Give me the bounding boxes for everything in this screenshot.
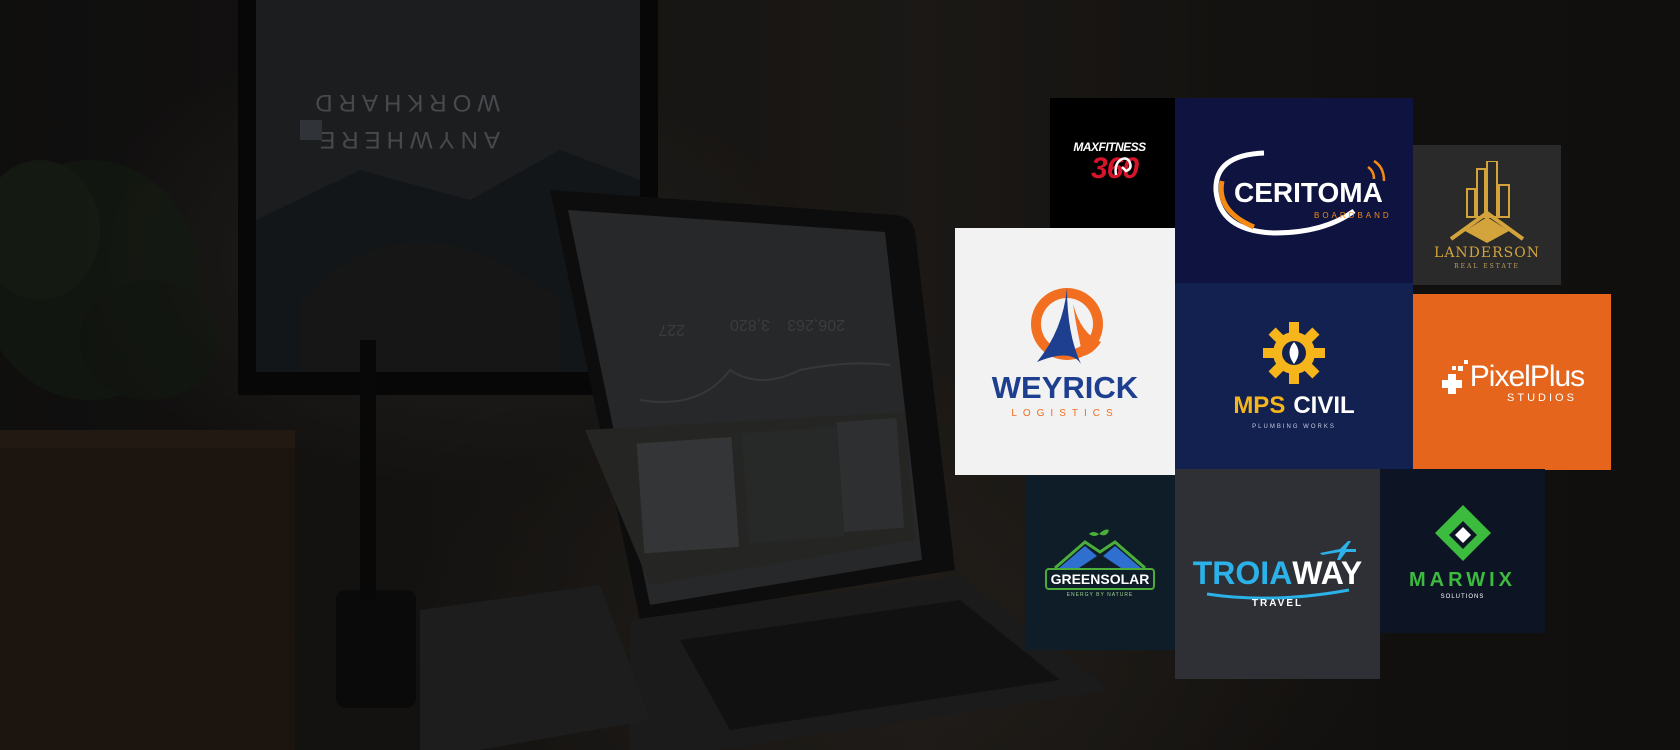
- pixel-plus-icon: [1441, 360, 1468, 394]
- mpscivil-name-b: CIVIL: [1293, 392, 1355, 419]
- troiaway-name-b: WAY: [1292, 555, 1363, 591]
- mpscivil-tagline: PLUMBING WORKS: [1252, 424, 1336, 430]
- building-icon: [1449, 160, 1525, 243]
- landerson-tagline: REAL ESTATE: [1454, 262, 1520, 270]
- pixelplus-tagline: STUDIOS: [1507, 392, 1577, 404]
- landerson-name: LANDERSON: [1434, 244, 1540, 261]
- logo-tile-maxfitness: MAXFITNESS 360: [1050, 98, 1175, 228]
- hero-banner: WORKHARD ANYWHERE 206,263 3,820 227 M: [0, 0, 1680, 750]
- logo-tile-marwix: MARWIX SOLUTIONS: [1380, 469, 1545, 633]
- mpscivil-name-a: MPS: [1233, 392, 1286, 419]
- pixelplus-name: PixelPlus: [1469, 360, 1585, 393]
- greensolar-tagline: ENERGY BY NATURE: [1066, 591, 1134, 598]
- marwix-tagline: SOLUTIONS: [1440, 593, 1485, 600]
- troiaway-name-a: TROIA: [1192, 555, 1293, 591]
- logo-tile-pixelplus: PixelPlus STUDIOS: [1413, 294, 1611, 470]
- solar-house-icon: [1054, 529, 1146, 569]
- ceritoma-tagline: BOARDBAND: [1314, 210, 1392, 220]
- ceritoma-name: CERITOMA: [1234, 176, 1383, 208]
- logo-tile-mpscivil: MPS CIVIL PLUMBING WORKS: [1175, 283, 1413, 469]
- logo-tile-landerson: LANDERSON REAL ESTATE: [1413, 145, 1561, 285]
- weyrick-name: WEYRICK: [991, 370, 1139, 405]
- logo-tile-greensolar: GREENSOLAR ENERGY BY NATURE: [1025, 475, 1175, 650]
- bicep-icon: [1114, 157, 1132, 176]
- troiaway-tagline: TRAVEL: [1251, 598, 1304, 609]
- logo-tile-troiaway: TROIA WAY TRAVEL: [1175, 469, 1380, 679]
- logo-tile-weyrick: WEYRICK LOGISTICS: [955, 228, 1175, 475]
- gear-wrench-icon: [1263, 322, 1325, 384]
- greensolar-name: GREENSOLAR: [1044, 567, 1156, 590]
- marwix-emblem-icon: [1434, 504, 1491, 561]
- weyrick-tagline: LOGISTICS: [1011, 408, 1119, 419]
- logo-tile-ceritoma: CERITOMA BOARDBAND: [1175, 98, 1413, 283]
- weyrick-sail-icon: [1031, 288, 1103, 364]
- marwix-name: MARWIX: [1409, 568, 1516, 591]
